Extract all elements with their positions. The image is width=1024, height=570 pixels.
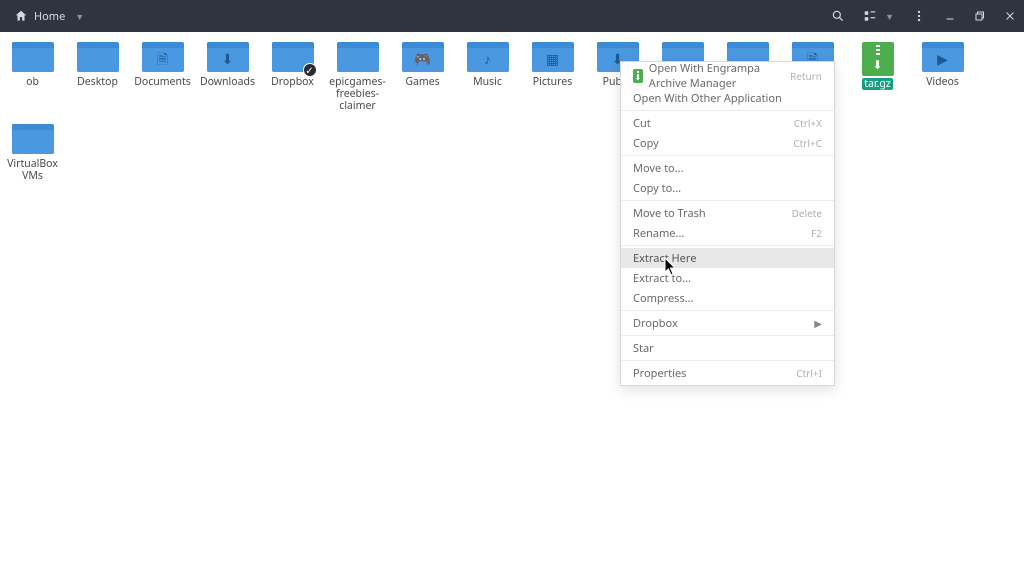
menu-shortcut: Delete: [792, 206, 822, 220]
menu-label: Rename...: [633, 226, 684, 241]
folder-icon: ▶: [922, 42, 964, 74]
menu-label: Extract Here: [633, 251, 696, 266]
folder-item[interactable]: VirtualBox VMs: [0, 124, 65, 182]
menu-label: Copy: [633, 136, 659, 151]
menu-label: Properties: [633, 366, 686, 381]
menu-label: Compress...: [633, 291, 694, 306]
menu-separator: [621, 200, 834, 201]
chevron-down-icon: ▼: [75, 10, 84, 23]
folder-item[interactable]: ▶ Videos: [910, 42, 975, 112]
location-label: Home: [34, 9, 65, 24]
menu-properties[interactable]: Properties Ctrl+I: [621, 363, 834, 383]
menu-separator: [621, 360, 834, 361]
maximize-icon[interactable]: [974, 10, 986, 22]
item-label: Music: [473, 76, 502, 88]
title-bar: Home ▼ ▼: [0, 0, 1024, 32]
menu-open-with-primary[interactable]: Open With Engrampa Archive Manager Retur…: [621, 64, 834, 88]
menu-label: Copy to...: [633, 181, 681, 196]
folder-item[interactable]: 🗎 Documents: [130, 42, 195, 112]
menu-separator: [621, 245, 834, 246]
menu-shortcut: Ctrl+I: [796, 366, 822, 380]
file-item[interactable]: tar.gz: [845, 42, 910, 112]
menu-separator: [621, 110, 834, 111]
item-label: Videos: [926, 76, 959, 88]
menu-star[interactable]: Star: [621, 338, 834, 358]
item-label: Downloads: [200, 76, 255, 88]
menu-label: Dropbox: [633, 316, 678, 331]
folder-icon: [12, 42, 54, 74]
menu-extract-to[interactable]: Extract to...: [621, 268, 834, 288]
folder-item[interactable]: ob: [0, 42, 65, 112]
folder-item[interactable]: ✓Dropbox: [260, 42, 325, 112]
folder-icon: ♪: [467, 42, 509, 74]
context-menu: Open With Engrampa Archive Manager Retur…: [620, 61, 835, 386]
folder-item[interactable]: ♪ Music: [455, 42, 520, 112]
item-label: ob: [26, 76, 39, 88]
menu-cut[interactable]: Cut Ctrl+X: [621, 113, 834, 133]
menu-separator: [621, 155, 834, 156]
menu-move-to-trash[interactable]: Move to Trash Delete: [621, 203, 834, 223]
item-label: tar.gz: [862, 78, 893, 90]
item-label: Dropbox: [271, 76, 314, 88]
folder-icon: ✓: [272, 42, 314, 74]
menu-compress[interactable]: Compress...: [621, 288, 834, 308]
search-icon[interactable]: [831, 9, 845, 23]
folder-item[interactable]: epicgames-freebies-claimer: [325, 42, 390, 112]
item-label: Games: [405, 76, 439, 88]
menu-shortcut: Return: [790, 69, 822, 83]
minimize-icon[interactable]: [944, 10, 956, 22]
menu-label: Open With Engrampa Archive Manager: [649, 61, 790, 91]
sync-badge-icon: ✓: [303, 63, 317, 77]
folder-icon: 🗎: [142, 42, 184, 74]
menu-label: Star: [633, 341, 654, 356]
menu-shortcut: Ctrl+C: [793, 136, 822, 150]
folder-icon: ⬇: [207, 42, 249, 74]
menu-extract-here[interactable]: Extract Here: [621, 248, 834, 268]
menu-label: Move to Trash: [633, 206, 706, 221]
folder-icon: [77, 42, 119, 74]
item-label: VirtualBox VMs: [1, 158, 65, 182]
icon-grid[interactable]: obDesktop🗎Documents⬇Downloads✓Dropboxepi…: [0, 32, 1006, 194]
item-label: epicgames-freebies-claimer: [326, 76, 390, 112]
menu-separator: [621, 335, 834, 336]
folder-icon: [337, 42, 379, 74]
archive-icon: [633, 69, 643, 83]
menu-shortcut: Ctrl+X: [794, 116, 822, 130]
view-mode-icon[interactable]: [863, 9, 877, 23]
folder-item[interactable]: Desktop: [65, 42, 130, 112]
menu-copy-to[interactable]: Copy to...: [621, 178, 834, 198]
folder-icon: 🎮: [402, 42, 444, 74]
menu-open-with-other[interactable]: Open With Other Application: [621, 88, 834, 108]
menu-icon[interactable]: [912, 9, 926, 23]
menu-separator: [621, 310, 834, 311]
menu-copy[interactable]: Copy Ctrl+C: [621, 133, 834, 153]
menu-label: Open With Other Application: [633, 91, 782, 106]
menu-rename[interactable]: Rename... F2: [621, 223, 834, 243]
item-label: Documents: [134, 76, 191, 88]
folder-icon: [12, 124, 54, 156]
chevron-down-icon[interactable]: ▼: [885, 10, 894, 23]
menu-move-to[interactable]: Move to...: [621, 158, 834, 178]
folder-item[interactable]: ▦ Pictures: [520, 42, 585, 112]
home-icon: [14, 9, 28, 23]
menu-label: Cut: [633, 116, 651, 131]
item-label: Desktop: [77, 76, 118, 88]
menu-shortcut: F2: [811, 226, 822, 240]
close-icon[interactable]: [1004, 10, 1016, 22]
path-button[interactable]: Home ▼: [8, 5, 90, 28]
item-label: Pictures: [533, 76, 572, 88]
chevron-right-icon: ▶: [814, 316, 822, 330]
menu-dropbox[interactable]: Dropbox ▶: [621, 313, 834, 333]
folder-item[interactable]: 🎮 Games: [390, 42, 455, 112]
menu-label: Extract to...: [633, 271, 691, 286]
folder-item[interactable]: ⬇ Downloads: [195, 42, 260, 112]
archive-icon: [862, 42, 894, 76]
menu-label: Move to...: [633, 161, 684, 176]
folder-icon: ▦: [532, 42, 574, 74]
